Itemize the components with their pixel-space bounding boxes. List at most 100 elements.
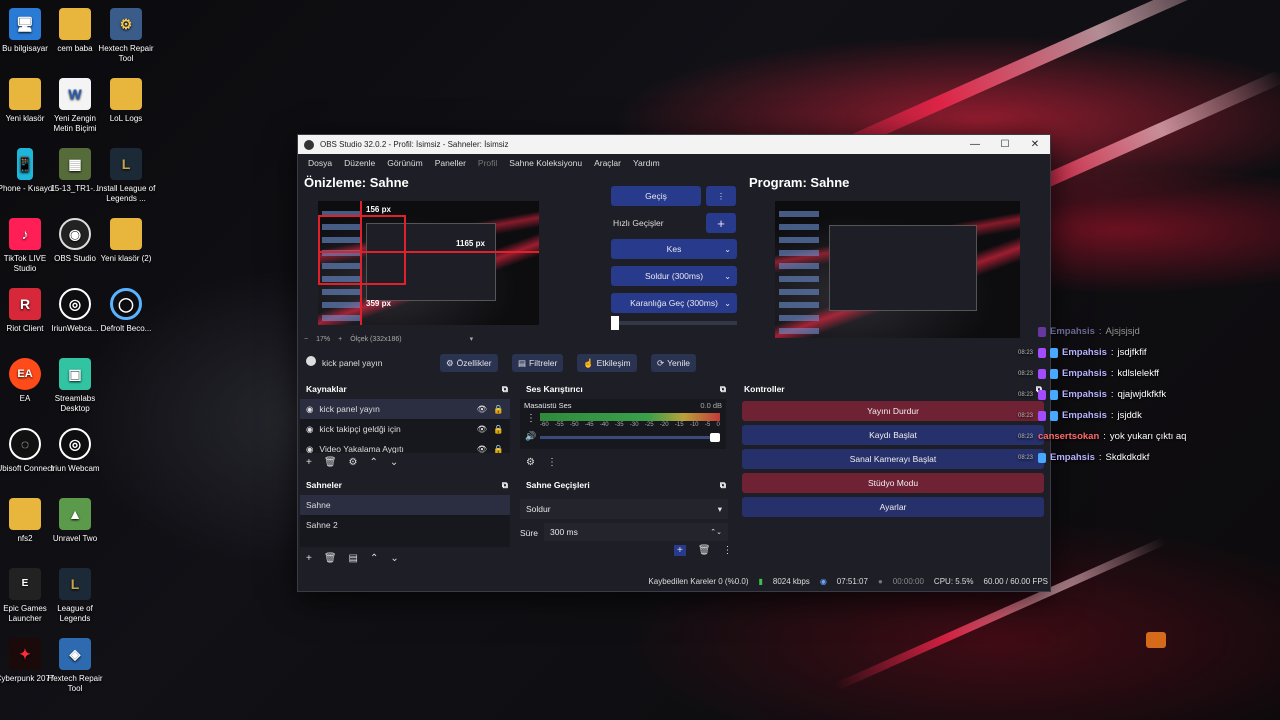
lock-icon[interactable]: 🔒 — [493, 424, 504, 435]
menu-view[interactable]: Görünüm — [381, 158, 428, 168]
desktop-icon-iriun-2[interactable]: ◎ Iriun Webcam — [45, 428, 105, 474]
eye-icon[interactable]: 👁 — [477, 424, 488, 435]
more-vertical-icon[interactable]: ⋮ — [526, 413, 536, 424]
preview-zoom-bar: − 17% + Ölçek (332x186) ▾ — [304, 335, 474, 344]
eye-icon[interactable]: 👁 — [477, 404, 488, 415]
badge-icon — [1050, 410, 1058, 421]
chat-time: 08:23 — [1018, 454, 1034, 461]
undock-icon[interactable]: ⧉ — [502, 384, 508, 395]
settings-button[interactable]: Ayarlar — [742, 497, 1044, 517]
more-vertical-icon: ⋮ — [716, 190, 726, 201]
undock-icon[interactable]: ⧉ — [502, 480, 508, 491]
gear-icon[interactable]: ⚙ — [349, 457, 358, 468]
league-icon: L — [110, 148, 142, 180]
source-item[interactable]: ◉ kick takipçi geldği için 👁 🔒 — [300, 419, 510, 439]
volume-meter-fill — [540, 413, 720, 421]
program-desktop-icons — [779, 205, 819, 334]
trash-icon[interactable]: 🗑 — [324, 457, 337, 468]
undock-icon[interactable]: ⧉ — [720, 480, 726, 491]
trash-icon[interactable]: 🗑 — [324, 553, 337, 564]
sources-list: ◉ kick panel yayın 👁 🔒 ◉ kick takipçi ge… — [300, 399, 510, 453]
chevron-up-icon[interactable]: ⌃ — [370, 457, 378, 468]
source-icon: ◉ — [306, 403, 314, 414]
desktop-icon-lol-logs[interactable]: LoL Logs — [96, 78, 156, 124]
desktop-icon-hextech-2[interactable]: ◈ Hextech Repair Tool — [45, 638, 105, 694]
more-vertical-icon[interactable]: ⋮ — [723, 545, 733, 556]
chat-message: 08:23 Empahsis: jsjddk — [1018, 410, 1142, 421]
zoom-in-button[interactable]: + — [338, 336, 342, 343]
menu-profile[interactable]: Profil — [472, 158, 503, 168]
duration-input[interactable]: 300 ms ⌃⌄ — [544, 523, 728, 541]
stop-streaming-button[interactable]: Yayını Durdur — [742, 401, 1044, 421]
add-icon[interactable]: + — [306, 553, 312, 564]
start-recording-button[interactable]: Kaydı Başlat — [742, 425, 1044, 445]
menu-edit[interactable]: Düzenle — [338, 158, 381, 168]
lock-icon[interactable]: 🔒 — [493, 444, 504, 454]
preview-canvas[interactable]: 156 px 1165 px 359 px — [318, 201, 539, 325]
chat-user: cansertsokan — [1038, 431, 1100, 442]
zoom-out-button[interactable]: − — [304, 336, 308, 343]
add-icon[interactable]: + — [306, 457, 312, 468]
mixer-channel-name: Masaüstü Ses — [524, 401, 572, 410]
menu-file[interactable]: Dosya — [302, 158, 338, 168]
filters-button[interactable]: ▤ Filtreler — [512, 354, 564, 372]
speaker-icon[interactable]: 🔊 — [525, 431, 536, 442]
properties-button[interactable]: ⚙ Özellikler — [440, 354, 498, 372]
more-vertical-icon[interactable]: ⋮ — [547, 457, 557, 468]
transition-button[interactable]: Geçiş — [611, 186, 701, 206]
scale-dropdown[interactable]: Ölçek (332x186) — [350, 336, 401, 343]
desktop-icon-lol[interactable]: L League of Legends — [45, 568, 105, 624]
refresh-button[interactable]: ⟳ Yenile — [651, 354, 696, 372]
close-button[interactable]: ✕ — [1020, 139, 1050, 150]
filter-icon[interactable]: ▤ — [349, 553, 358, 564]
menu-scene-collection[interactable]: Sahne Koleksiyonu — [503, 158, 588, 168]
lock-icon[interactable]: 🔒 — [493, 404, 504, 415]
interact-button[interactable]: ☝ Etkileşim — [577, 354, 637, 372]
add-quick-transition-button[interactable]: + — [706, 213, 736, 233]
chevron-down-icon: ▾ — [717, 503, 722, 514]
transition-menu-button[interactable]: ⋮ — [706, 186, 736, 206]
word-document-icon: W — [59, 78, 91, 110]
transition-slider-handle[interactable] — [611, 316, 619, 330]
chevron-down-icon[interactable]: ▾ — [470, 335, 474, 343]
chevron-up-icon[interactable]: ⌃ — [370, 553, 378, 564]
menu-help[interactable]: Yardım — [627, 158, 666, 168]
desktop-icon-hextech[interactable]: ⚙ Hextech Repair Tool — [96, 8, 156, 64]
studio-mode-button[interactable]: Stüdyo Modu — [742, 473, 1044, 493]
chevron-down-icon[interactable]: ⌄ — [390, 553, 398, 564]
zoom-level: 17% — [316, 335, 331, 343]
quick-transition-fade[interactable]: Soldur (300ms) ⌄ — [611, 266, 737, 286]
scene-item[interactable]: Sahne 2 — [300, 515, 510, 535]
transition-slider[interactable] — [611, 316, 737, 330]
scene-item[interactable]: Sahne — [300, 495, 510, 515]
duration-label: Süre — [520, 528, 538, 538]
menu-tools[interactable]: Araçlar — [588, 158, 627, 168]
mixer-settings-icon[interactable]: ⚙ — [526, 457, 535, 468]
source-item[interactable]: ◉ kick panel yayın 👁 🔒 — [300, 399, 510, 419]
quick-transition-fade-to-black[interactable]: Karanlığa Geç (300ms) ⌄ — [611, 293, 737, 313]
chevron-down-icon[interactable]: ⌄ — [390, 457, 398, 468]
source-item[interactable]: ◉ Video Yakalama Aygıtı 👁 🔒 — [300, 439, 510, 454]
start-virtual-camera-button[interactable]: Sanal Kamerayı Başlat — [742, 449, 1044, 469]
volume-slider[interactable] — [540, 433, 720, 442]
volume-slider-handle[interactable] — [710, 433, 720, 442]
desktop-widget-icon[interactable] — [1146, 632, 1166, 648]
undock-icon[interactable]: ⧉ — [720, 384, 726, 395]
desktop-icon-unravel[interactable]: ▲ Unravel Two — [45, 498, 105, 544]
maximize-button[interactable]: ☐ — [990, 139, 1020, 150]
source-icon: ◉ — [306, 443, 314, 454]
desktop-icon-install-lol[interactable]: L Install League of Legends ... — [96, 148, 156, 204]
desktop-icon-new-folder-2[interactable]: Yeni klasör (2) — [96, 218, 156, 264]
transition-select[interactable]: Soldur ▾ — [520, 499, 728, 519]
trash-icon[interactable]: 🗑 — [698, 545, 711, 556]
quick-transition-cut[interactable]: Kes ⌄ — [611, 239, 737, 259]
phone-icon: 📱 — [16, 148, 34, 180]
minimize-button[interactable]: — — [960, 139, 990, 150]
desktop-icon-streamlabs[interactable]: ▣ Streamlabs Desktop — [45, 358, 105, 414]
menu-docks[interactable]: Paneller — [429, 158, 472, 168]
preview-title: Önizleme: Sahne — [304, 175, 409, 190]
eye-icon[interactable]: 👁 — [477, 444, 488, 454]
desktop-icon-defrolt[interactable]: ◯ Defrolt Beco... — [96, 288, 156, 334]
add-icon[interactable]: + — [674, 545, 686, 556]
stepper-icon[interactable]: ⌃⌄ — [710, 528, 722, 536]
